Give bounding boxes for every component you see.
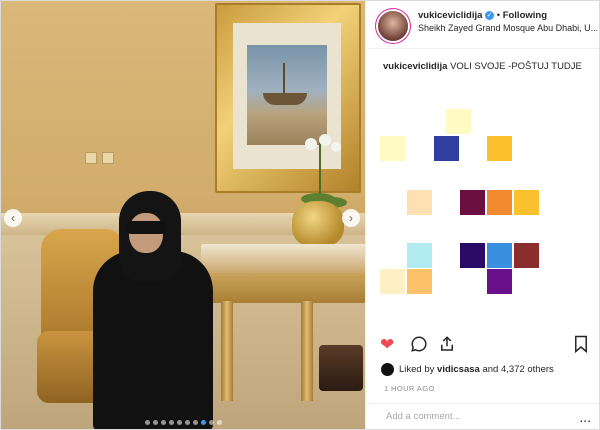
- separator-dot: •: [496, 10, 501, 21]
- carousel-dot: [161, 420, 166, 425]
- console-table-leg: [221, 301, 233, 401]
- following-button[interactable]: Following: [503, 10, 547, 21]
- emoji-block: [514, 190, 539, 215]
- carousel-dot: [185, 420, 190, 425]
- console-table-top: [201, 244, 365, 274]
- post-header: vukiceviclidija ✓ • Following Sheikh Zay…: [366, 1, 599, 49]
- orchid-flower: [331, 142, 341, 152]
- likes-summary: Liked by vidicsasa and 4,372 others: [381, 363, 554, 376]
- emoji-block: [487, 136, 512, 161]
- carousel-dot: [153, 420, 158, 425]
- person-mask: [125, 221, 167, 234]
- liker-avatar[interactable]: [381, 363, 394, 376]
- orchid-flower: [319, 134, 331, 146]
- chevron-left-icon: ‹: [11, 211, 15, 225]
- emoji-block: [407, 190, 432, 215]
- header-text: vukiceviclidija ✓ • Following Sheikh Zay…: [418, 9, 600, 35]
- console-table-apron: [209, 273, 365, 303]
- share-upload-icon[interactable]: [438, 335, 456, 358]
- carousel-dot: [193, 420, 198, 425]
- emoji-block: [487, 243, 512, 268]
- caption-username-link[interactable]: vukiceviclidija: [383, 61, 447, 72]
- carousel-dot: [177, 420, 182, 425]
- liker-username-link[interactable]: vidicsasa: [437, 364, 480, 375]
- post-caption: vukiceviclidija VOLI SVOJE -POŠTUJ TUDJE: [366, 49, 599, 72]
- more-options-icon[interactable]: ...: [579, 409, 591, 425]
- emoji-block: [380, 136, 405, 161]
- golden-vase: [292, 201, 344, 247]
- liked-by-prefix: Liked by: [399, 364, 435, 375]
- username-link[interactable]: vukiceviclidija: [418, 10, 482, 21]
- emoji-block: [434, 136, 459, 161]
- light-switch: [85, 152, 97, 164]
- emoji-block: [446, 109, 471, 134]
- comment-input[interactable]: [384, 410, 568, 423]
- handbag: [319, 345, 363, 391]
- carousel-dot: [169, 420, 174, 425]
- comment-bar: ...: [366, 403, 599, 429]
- post-photo[interactable]: ‹ ›: [1, 1, 365, 429]
- header-line: vukiceviclidija ✓ • Following: [418, 9, 600, 22]
- emoji-block: [514, 243, 539, 268]
- instagram-post: ‹ › vukiceviclidija ✓ • Following Sheikh…: [0, 0, 600, 430]
- emoji-block: [460, 243, 485, 268]
- carousel-dot: [201, 420, 206, 425]
- emoji-block: [407, 269, 432, 294]
- emoji-block: [407, 243, 432, 268]
- like-heart-icon[interactable]: ❤: [380, 335, 394, 355]
- post-sidebar: vukiceviclidija ✓ • Following Sheikh Zay…: [365, 1, 599, 429]
- emoji-block: [487, 269, 512, 294]
- emoji-block: [487, 190, 512, 215]
- carousel-next-button[interactable]: ›: [342, 209, 360, 227]
- carousel-indicator: [1, 420, 365, 425]
- carousel-dot: [145, 420, 150, 425]
- carousel-prev-button[interactable]: ‹: [4, 209, 22, 227]
- emoji-block: [460, 190, 485, 215]
- carousel-dot: [209, 420, 214, 425]
- console-table-leg: [301, 301, 313, 401]
- bookmark-icon[interactable]: [573, 335, 589, 358]
- post-actions: ❤: [366, 333, 599, 357]
- avatar[interactable]: [378, 11, 408, 41]
- emoji-block: [380, 269, 405, 294]
- location-link[interactable]: Sheikh Zayed Grand Mosque Abu Dhabi, U..…: [418, 22, 600, 35]
- boat-mast: [283, 63, 285, 95]
- chevron-right-icon: ›: [349, 211, 353, 225]
- orchid-flower: [305, 138, 317, 150]
- liked-by-others-link[interactable]: and 4,372 others: [482, 364, 553, 375]
- carousel-dot: [217, 420, 222, 425]
- boat-hull: [263, 93, 307, 105]
- verified-badge-icon: ✓: [485, 10, 495, 20]
- caption-text: VOLI SVOJE -POŠTUJ TUDJE: [450, 61, 582, 72]
- post-timestamp[interactable]: 1 HOUR AGO: [384, 384, 435, 393]
- comment-bubble-icon[interactable]: [410, 335, 428, 358]
- light-switch: [102, 152, 114, 164]
